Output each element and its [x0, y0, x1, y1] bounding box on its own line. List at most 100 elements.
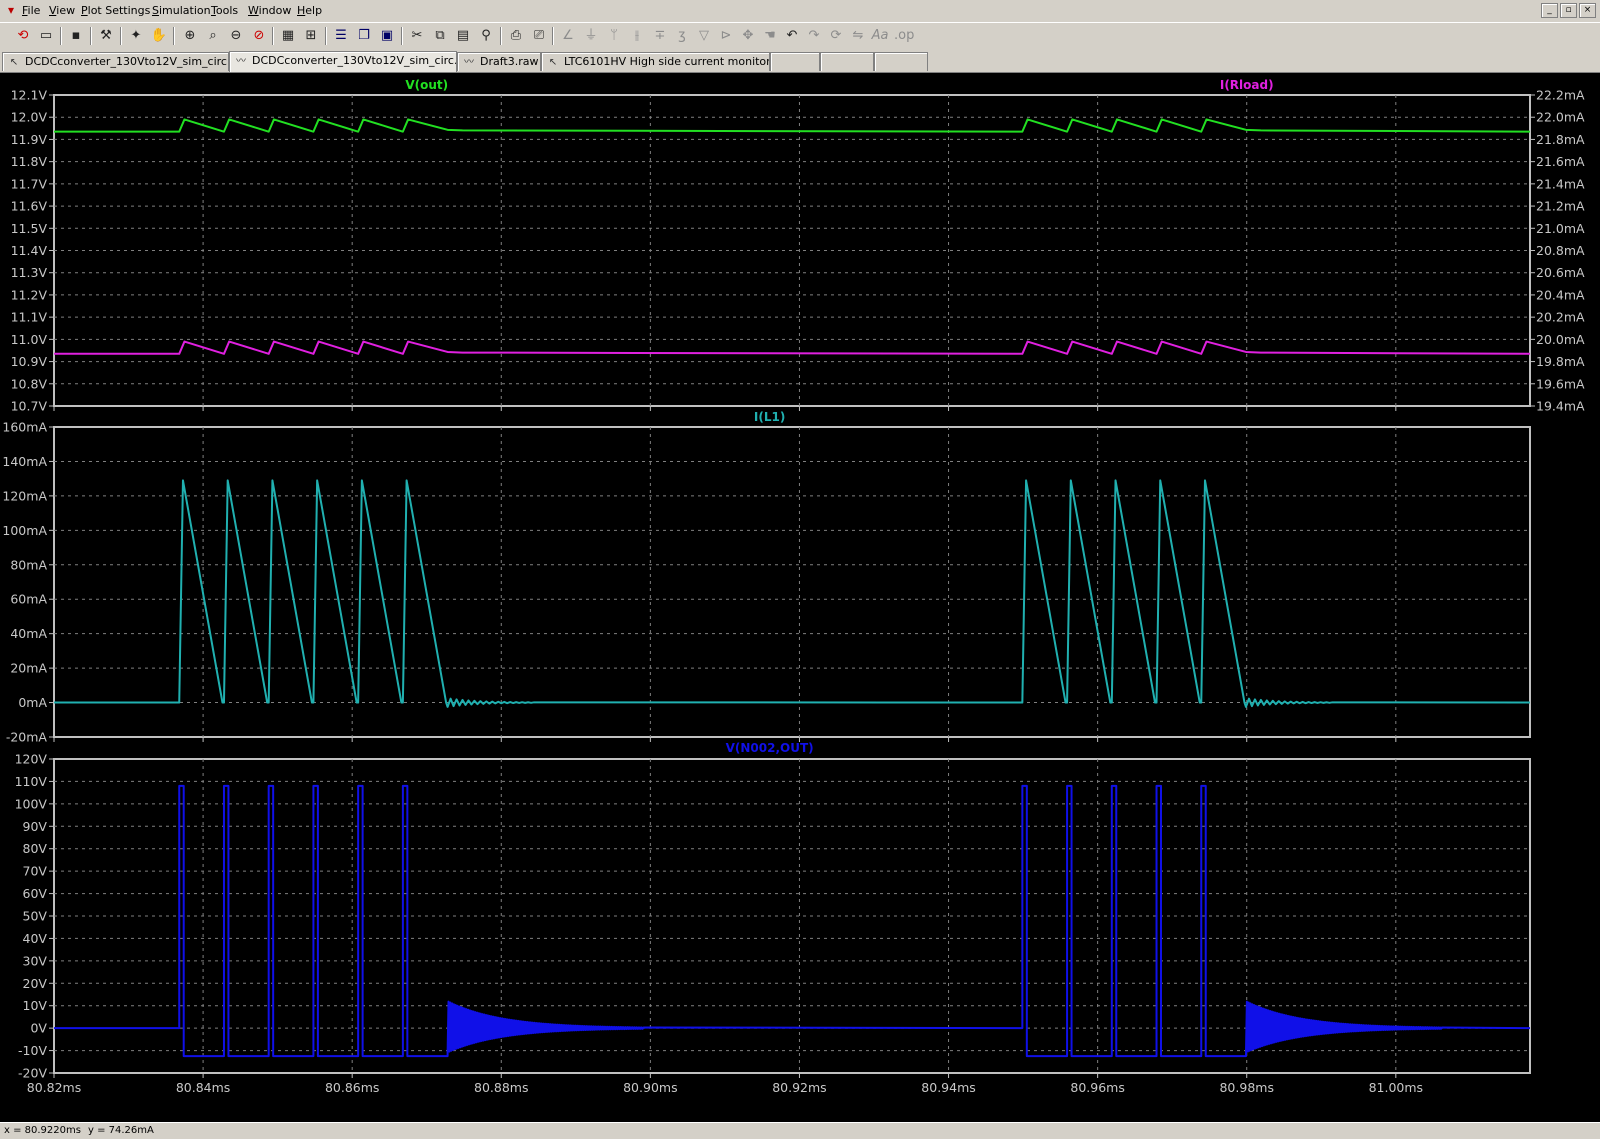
- close-button[interactable]: ×: [1579, 3, 1596, 18]
- schematic-icon: ↖: [548, 57, 558, 68]
- run-icon[interactable]: ✦: [126, 26, 146, 46]
- tab-empty[interactable]: [820, 52, 874, 71]
- trace-label: I(Rload): [1220, 78, 1274, 92]
- cursor-y-readout: y = 74.26mA: [88, 1125, 154, 1136]
- x-tick-label: 80.98ms: [1219, 1080, 1273, 1095]
- y-tick-label: 11.2V: [11, 287, 48, 302]
- x-tick-label: 80.90ms: [623, 1080, 677, 1095]
- zoom-area-icon[interactable]: ⌕: [203, 26, 223, 46]
- toolbar: ⟲ ▭ ▪ ⚒ ✦ ✋ ⊕ ⌕ ⊖ ⊘ ▦ ⊞ ☰ ❐ ▣ ✂ ⧉ ▤ ⚲ ⎙ …: [0, 22, 1600, 52]
- pan-icon[interactable]: ✋: [149, 26, 169, 46]
- y-tick-label: 10.8V: [11, 376, 48, 391]
- move-icon[interactable]: ⊳: [716, 26, 736, 46]
- restore-button[interactable]: ▫: [1560, 3, 1577, 18]
- zoom-out-icon[interactable]: ⊖: [226, 26, 246, 46]
- y-tick-label: 10.9V: [11, 354, 48, 369]
- component-icon[interactable]: ▽: [694, 26, 714, 46]
- y-tick-label: 40mA: [10, 626, 47, 641]
- y-tick-label: 12.1V: [11, 88, 48, 103]
- menu-bar: ▾ File View Plot Settings Simulation Too…: [0, 0, 1600, 22]
- capacitor-icon[interactable]: ⫲: [627, 26, 647, 46]
- rotate-icon[interactable]: ⟳: [826, 26, 846, 46]
- y-tick-label: 11.9V: [11, 132, 48, 147]
- inductor-icon[interactable]: ∓: [650, 26, 670, 46]
- y2-tick-label: 20.0mA: [1536, 332, 1585, 347]
- x-tick-label: 80.94ms: [921, 1080, 975, 1095]
- zoom-in-icon[interactable]: ⊕: [180, 26, 200, 46]
- waveform-viewer[interactable]: 12.1V 12.0V 11.9V 11.8V 11.7V 11.6V 11.5V 11.4V…: [0, 73, 1600, 1122]
- copy-icon[interactable]: ⧉: [430, 26, 450, 46]
- redo-icon[interactable]: ↷: [804, 26, 824, 46]
- y-tick-label: -10V: [18, 1043, 47, 1058]
- menu-simulation[interactable]: Simulation: [152, 4, 211, 17]
- pane-frame: [53, 426, 1531, 738]
- y-tick-label: 0mA: [18, 695, 47, 710]
- mirror-icon[interactable]: ⇋: [848, 26, 868, 46]
- y2-tick-label: 20.4mA: [1536, 287, 1585, 302]
- x-tick-label: 80.96ms: [1070, 1080, 1124, 1095]
- text-icon[interactable]: Aa: [870, 26, 890, 46]
- tile-icon[interactable]: ▣: [377, 26, 397, 46]
- waveform-icon: 〰: [464, 57, 474, 68]
- y-tick-label: 60mA: [10, 592, 47, 607]
- trace-label: I(L1): [754, 410, 785, 424]
- find-icon[interactable]: ⚲: [476, 26, 496, 46]
- ground-icon[interactable]: ⏚: [581, 26, 601, 46]
- menu-file[interactable]: File: [22, 4, 40, 17]
- y-tick-label: 0V: [30, 1021, 47, 1036]
- ltspice-app-icon[interactable]: ▾: [4, 3, 18, 17]
- wire-icon[interactable]: ∠: [558, 26, 578, 46]
- drag-icon[interactable]: ✥: [738, 26, 758, 46]
- tab-schematic[interactable]: ↖ DCDCconverter_130Vto12V_sim_circ.asc: [2, 52, 229, 71]
- hand-icon[interactable]: ☚: [760, 26, 780, 46]
- y2-tick-label: 22.2mA: [1536, 88, 1585, 103]
- print-icon[interactable]: ⎚: [529, 26, 549, 46]
- x-tick-label: 80.84ms: [176, 1080, 230, 1095]
- zoom-cancel-icon[interactable]: ⊘: [249, 26, 269, 46]
- resistor-icon[interactable]: ᛘ: [604, 26, 624, 46]
- x-tick-label: 81.00ms: [1369, 1080, 1423, 1095]
- print-preview-icon[interactable]: ⎙: [506, 26, 526, 46]
- y-tick-label: 10V: [23, 998, 48, 1013]
- menu-plot-settings[interactable]: Plot Settings: [81, 4, 150, 17]
- y-tick-label: 12.0V: [11, 110, 48, 125]
- trace-i-rload: [54, 340, 1531, 355]
- paste-icon[interactable]: ▤: [453, 26, 473, 46]
- cut-icon[interactable]: ✂: [407, 26, 427, 46]
- tab-ltc6101[interactable]: ↖ LTC6101HV High side current monitor.asc: [541, 52, 770, 71]
- y-tick-label: 90V: [23, 819, 48, 834]
- y-tick-label: 11.3V: [11, 265, 48, 280]
- y-tick-label: 80V: [23, 841, 48, 856]
- menu-tools[interactable]: Tools: [211, 4, 238, 17]
- menu-view[interactable]: View: [49, 4, 75, 17]
- y2-tick-label: 20.8mA: [1536, 243, 1585, 258]
- tile-horizontal-icon[interactable]: ☰: [331, 26, 351, 46]
- y-tick-label: 120mA: [2, 488, 47, 503]
- waveform-plot[interactable]: 12.1V 12.0V 11.9V 11.8V 11.7V 11.6V 11.5V 11.4V…: [0, 73, 1600, 1122]
- schematic-icon: ↖: [9, 57, 19, 68]
- y-tick-label: 100V: [15, 796, 48, 811]
- autorange-icon[interactable]: ▦: [278, 26, 298, 46]
- y2-tick-label: 21.0mA: [1536, 221, 1585, 236]
- fit-icon[interactable]: ⊞: [301, 26, 321, 46]
- menu-help[interactable]: Help: [297, 4, 322, 17]
- y-tick-label: 30V: [23, 953, 48, 968]
- diode-icon[interactable]: ʒ: [672, 26, 692, 46]
- open-file-icon[interactable]: ▭: [36, 26, 56, 46]
- menu-window[interactable]: Window: [248, 4, 291, 17]
- y-tick-label: -20V: [18, 1066, 47, 1081]
- y-tick-label: 60V: [23, 886, 48, 901]
- cascade-icon[interactable]: ❐: [354, 26, 374, 46]
- tab-empty[interactable]: [874, 52, 928, 71]
- spice-directive-icon[interactable]: .op: [894, 26, 914, 46]
- open-schematic-icon[interactable]: ⟲: [13, 26, 33, 46]
- minimize-button[interactable]: _: [1541, 3, 1558, 18]
- tab-draft3[interactable]: 〰 Draft3.raw: [457, 52, 541, 71]
- tab-empty[interactable]: [770, 52, 820, 71]
- control-panel-icon[interactable]: ⚒: [96, 26, 116, 46]
- undo-icon[interactable]: ↶: [782, 26, 802, 46]
- tab-raw-active[interactable]: 〰 DCDCconverter_130Vto12V_sim_circ.raw: [229, 51, 457, 72]
- save-icon[interactable]: ▪: [66, 26, 86, 46]
- y-tick-label: 11.7V: [11, 176, 48, 191]
- trace-label: V(N002,OUT): [726, 741, 814, 755]
